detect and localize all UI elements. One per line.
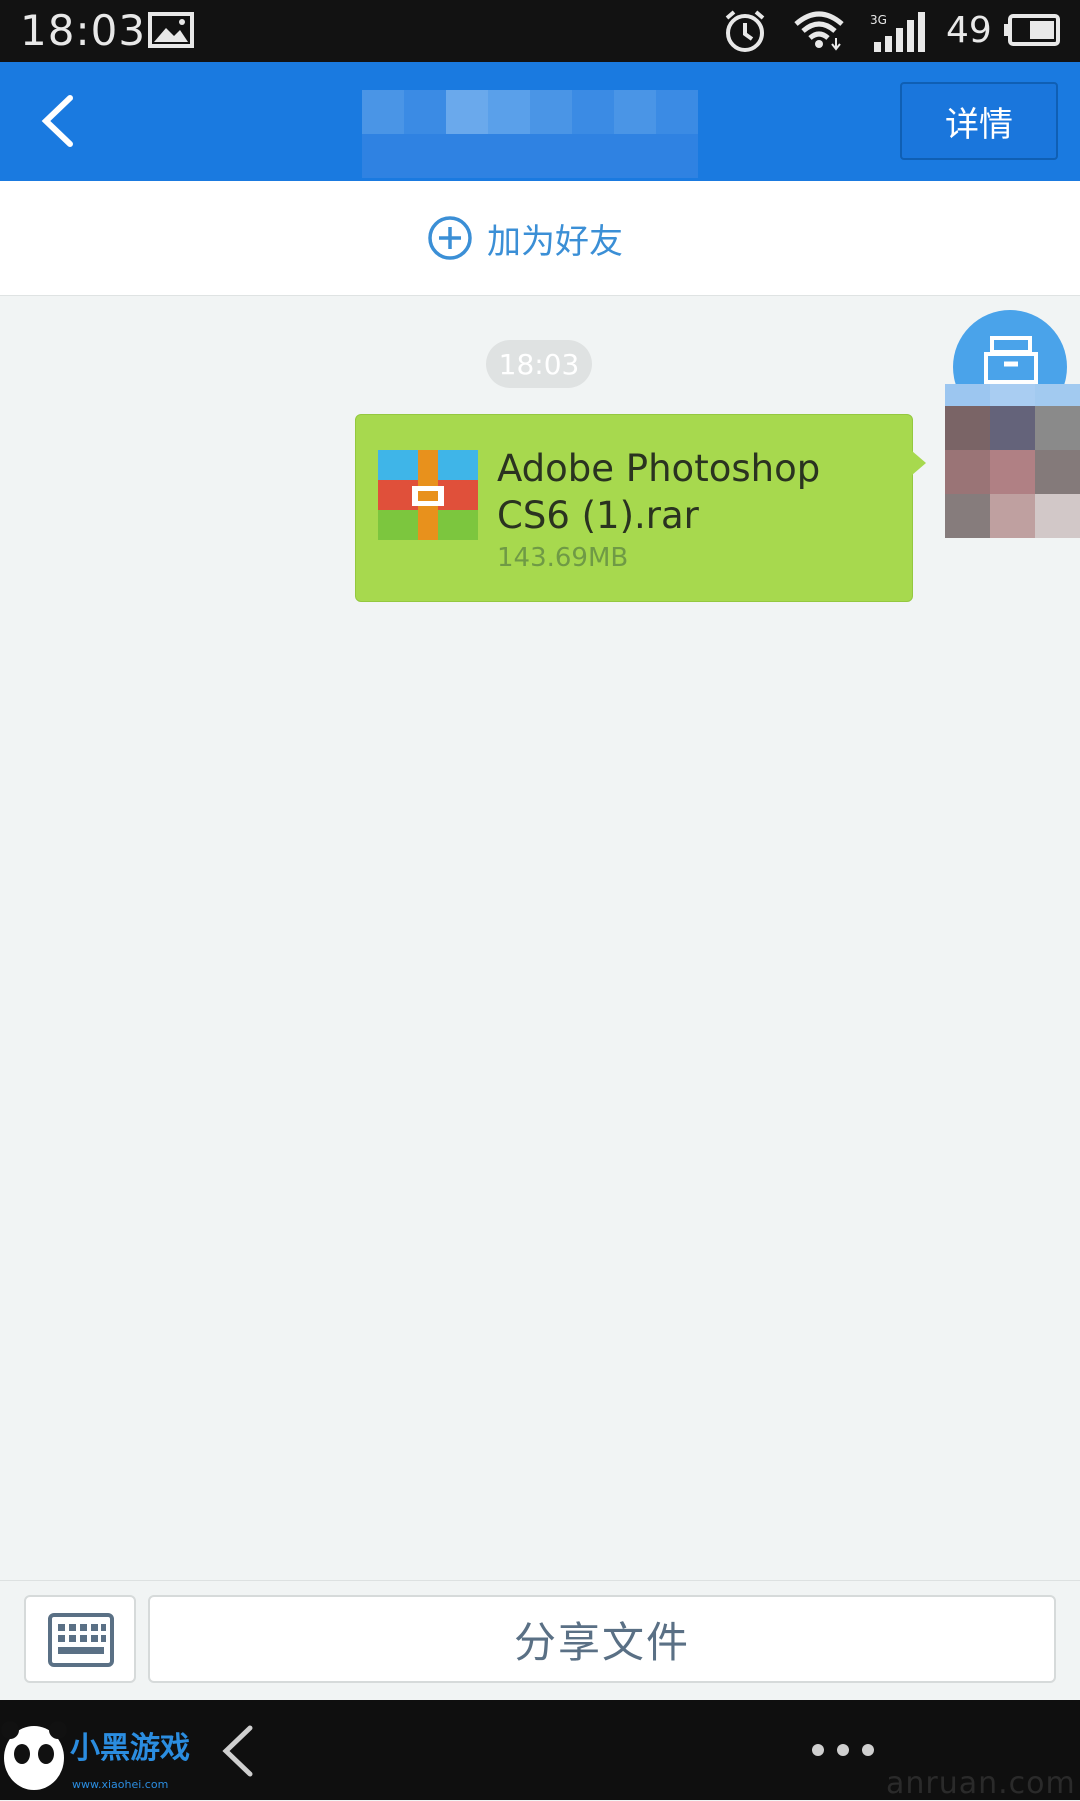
status-time: 18:03 — [20, 6, 147, 55]
details-button[interactable]: 详情 — [900, 82, 1058, 160]
keyboard-icon — [48, 1613, 114, 1667]
plus-circle-icon — [428, 216, 472, 260]
rar-archive-icon — [378, 450, 478, 540]
add-friend-label: 加为好友 — [487, 221, 623, 262]
more-dots-icon[interactable] — [810, 1742, 876, 1758]
battery-icon — [1004, 14, 1060, 46]
message-timestamp: 18:03 — [486, 340, 592, 388]
alarm-icon — [725, 10, 765, 52]
app-bar: 详情 — [0, 62, 1080, 181]
logo-text: 小黑游戏 — [70, 1731, 190, 1766]
watermark: anruan.com — [886, 1766, 1076, 1801]
add-friend-bar[interactable]: 加为好友 — [0, 181, 1080, 296]
chat-title-redacted — [362, 90, 698, 178]
back-button[interactable] — [28, 86, 88, 156]
avatar[interactable] — [945, 310, 1080, 538]
back-icon[interactable] — [218, 1722, 258, 1780]
keyboard-button[interactable] — [24, 1595, 136, 1683]
signal-icon: 3G — [870, 12, 928, 52]
image-icon — [148, 12, 194, 48]
avatar-image-redacted — [945, 384, 1080, 538]
input-bar: 分享文件 — [0, 1580, 1080, 1701]
logo-url: www.xiaohei.com — [72, 1778, 168, 1791]
site-logo: 小黑游戏 www.xiaohei.com — [1, 1721, 190, 1791]
file-message-bubble[interactable]: Adobe Photoshop CS6 (1).rar 143.69MB — [355, 414, 926, 602]
network-type-label: 3G — [870, 13, 887, 27]
file-size: 143.69MB — [497, 543, 629, 573]
add-friend-button[interactable]: 加为好友 — [427, 214, 623, 263]
share-file-button[interactable]: 分享文件 — [148, 1595, 1056, 1683]
battery-level: 49 — [946, 10, 992, 51]
file-name: Adobe Photoshop CS6 (1).rar — [497, 447, 821, 537]
wifi-icon — [794, 11, 844, 51]
inbox-icon — [984, 336, 1038, 384]
status-bar: 18:03 3G 49 — [0, 0, 1080, 62]
